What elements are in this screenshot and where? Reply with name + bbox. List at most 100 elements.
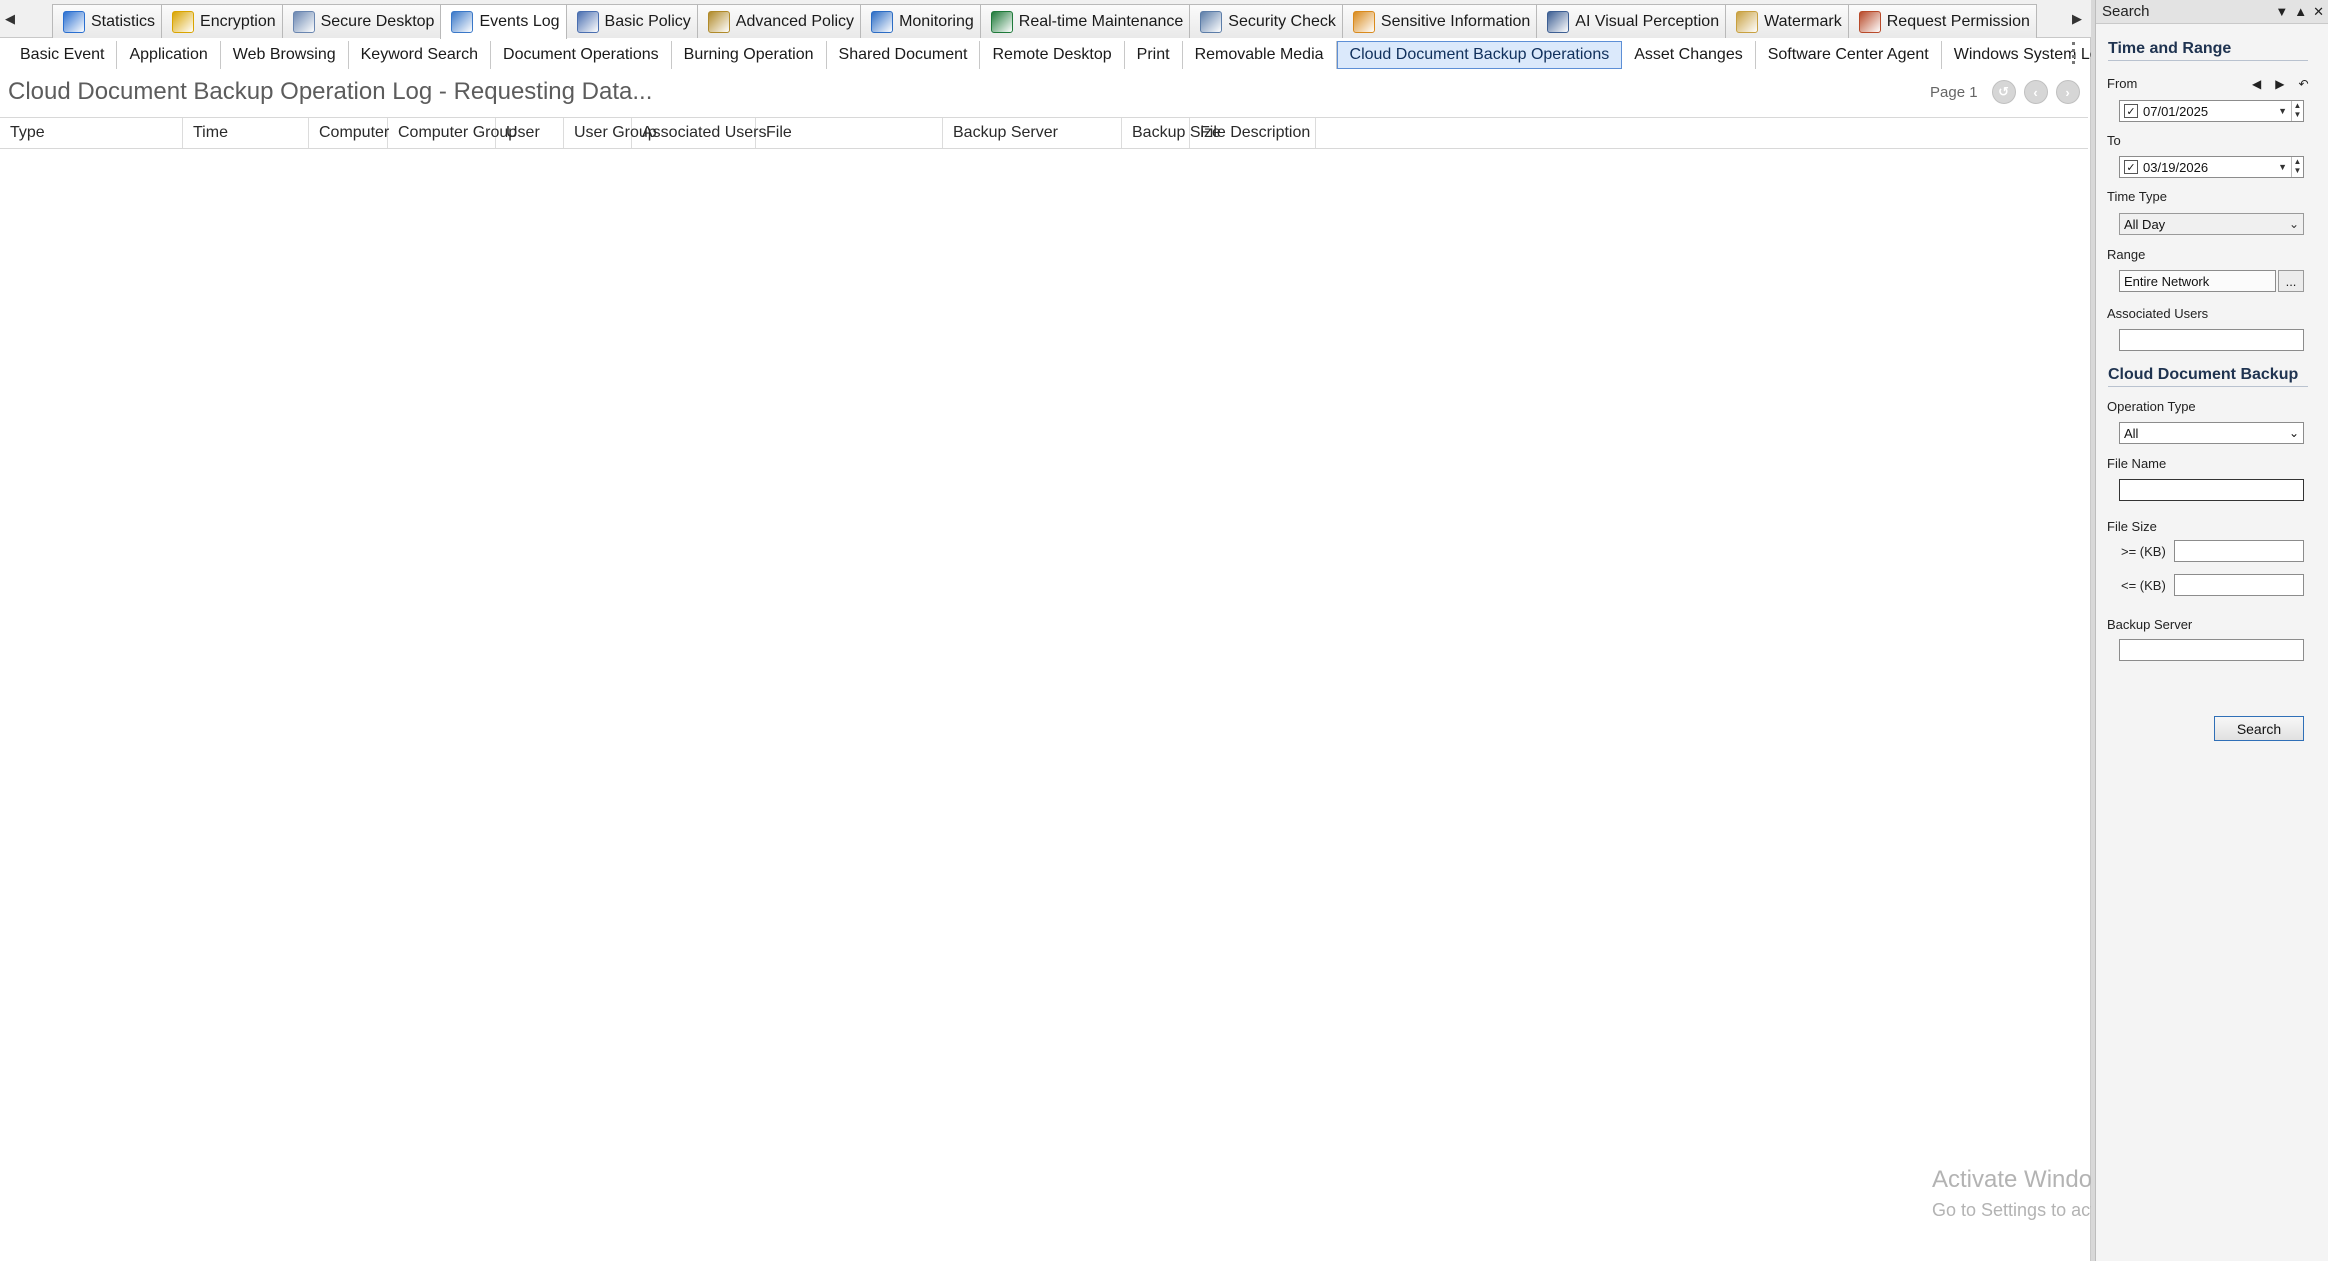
column-header-backup-size[interactable]: Backup Size: [1122, 118, 1221, 148]
module-tab-label: Events Log: [479, 13, 560, 30]
pin-icon[interactable]: ▲: [2294, 4, 2307, 20]
panel-dropdown-icon[interactable]: ▼: [2275, 4, 2288, 20]
module-tab-label: Sensitive Information: [1380, 12, 1531, 30]
time-type-select[interactable]: All Day ⌄: [2119, 213, 2304, 235]
module-tab-request-permission[interactable]: Request Permission: [1847, 4, 2037, 38]
module-tab-security-check[interactable]: Security Check: [1189, 4, 1343, 38]
time-type-label: Time Type: [2107, 189, 2167, 204]
column-header-file-description[interactable]: File Description: [1190, 118, 1316, 148]
file-name-input[interactable]: [2119, 479, 2304, 501]
range-field[interactable]: Entire Network: [2119, 270, 2276, 292]
next-page-icon[interactable]: ›: [2055, 80, 2080, 104]
module-tab-encryption[interactable]: Encryption: [161, 4, 283, 38]
date-next-icon[interactable]: ▶: [2275, 77, 2284, 91]
maintenance-icon: [990, 10, 1013, 33]
column-header-user-group[interactable]: User Group: [564, 118, 657, 148]
range-browse-button[interactable]: ...: [2278, 270, 2304, 292]
request-permission-icon: [1858, 10, 1881, 33]
grid-body[interactable]: [0, 150, 2088, 1261]
module-tab-advanced-policy[interactable]: Advanced Policy: [696, 4, 862, 38]
events-log-icon: [451, 11, 474, 33]
file-size-label: File Size: [2107, 519, 2157, 534]
sub-tab-bar: Basic Event Application Web Browsing Keywor…: [8, 39, 2199, 71]
size-max-input[interactable]: [2174, 574, 2304, 596]
module-tab-watermark[interactable]: Watermark: [1725, 4, 1849, 38]
sub-tab-document-operations[interactable]: Document Operations: [491, 41, 672, 69]
close-icon[interactable]: ✕: [2313, 4, 2324, 20]
sub-tab-application[interactable]: Application: [117, 41, 221, 69]
sub-tab-removable-media[interactable]: Removable Media: [1183, 41, 1337, 69]
date-navigation: ◀ ▶ ↶: [2252, 77, 2309, 91]
chevron-down-icon[interactable]: ▼: [2274, 162, 2291, 172]
tab-scroll-right-icon[interactable]: ▶: [2067, 0, 2087, 38]
grid-header: Type Time Computer Computer Group User User G…: [0, 117, 2088, 149]
operation-type-select[interactable]: All ⌄: [2119, 422, 2304, 444]
column-header-file[interactable]: File: [756, 118, 943, 148]
backup-server-input[interactable]: [2119, 639, 2304, 661]
sub-tab-web-browsing[interactable]: Web Browsing: [221, 41, 349, 69]
sub-tab-remote-desktop[interactable]: Remote Desktop: [980, 41, 1125, 69]
to-date-value: 03/19/2026: [2143, 159, 2209, 175]
column-header-type[interactable]: Type: [0, 118, 183, 148]
date-previous-icon[interactable]: ◀: [2252, 77, 2261, 91]
module-tab-statistics[interactable]: Statistics: [52, 4, 163, 38]
sub-tab-shared-document[interactable]: Shared Document: [827, 41, 981, 69]
from-date-picker[interactable]: ✓ 07/01/2025 ▼ ▲ ▼: [2119, 100, 2304, 122]
sub-tab-overflow-grip-icon[interactable]: [2072, 42, 2080, 64]
size-max-label: <= (KB): [2121, 578, 2166, 593]
module-tab-secure-desktop[interactable]: Secure Desktop: [281, 4, 442, 38]
to-label: To: [2107, 133, 2121, 148]
time-range-section-title: Time and Range: [2108, 40, 2308, 61]
size-min-input[interactable]: [2174, 540, 2304, 562]
to-date-spinner-icon[interactable]: ▲ ▼: [2291, 157, 2303, 177]
to-date-picker[interactable]: ✓ 03/19/2026 ▼ ▲ ▼: [2119, 156, 2304, 178]
from-date-spinner-icon[interactable]: ▲ ▼: [2291, 101, 2303, 121]
column-header-backup-server[interactable]: Backup Server: [943, 118, 1122, 148]
module-tab-ai-visual-perception[interactable]: AI Visual Perception: [1536, 4, 1727, 38]
associated-users-input[interactable]: [2119, 329, 2304, 351]
search-panel: Search ▼ ▲ ✕ Time and Range From ◀ ▶ ↶ ✓…: [2096, 0, 2328, 1261]
search-button[interactable]: Search: [2214, 716, 2304, 741]
to-date-checkbox[interactable]: ✓: [2124, 160, 2138, 174]
sub-tab-basic-event[interactable]: Basic Event: [8, 41, 118, 69]
module-tab-label: Encryption: [200, 12, 276, 30]
column-header-user[interactable]: User: [496, 118, 564, 148]
ai-eye-icon: [1547, 10, 1570, 33]
module-tab-label: Statistics: [91, 12, 156, 30]
module-tab-label: Request Permission: [1886, 12, 2030, 30]
sub-tab-print[interactable]: Print: [1125, 41, 1183, 69]
first-page-icon[interactable]: ↺: [1991, 80, 2016, 104]
module-tab-strip: Statistics Encryption Secure Desktop Events…: [52, 4, 2037, 39]
operation-type-label: Operation Type: [2107, 399, 2196, 414]
sub-tab-asset-changes[interactable]: Asset Changes: [1622, 41, 1756, 69]
chevron-down-icon: ⌄: [2288, 217, 2300, 231]
associated-users-label: Associated Users: [2107, 306, 2209, 321]
column-header-computer[interactable]: Computer: [309, 118, 389, 148]
tab-scroll-left-icon[interactable]: ◀: [0, 0, 20, 38]
chevron-down-icon: ⌄: [2288, 426, 2300, 440]
sub-tab-cloud-document-backup-operations[interactable]: Cloud Document Backup Operations: [1336, 41, 1623, 69]
module-tab-label: Watermark: [1764, 12, 1842, 30]
sub-tab-burning-operation[interactable]: Burning Operation: [672, 41, 827, 69]
page-number-label: Page 1: [1930, 83, 1978, 101]
from-date-checkbox[interactable]: ✓: [2124, 104, 2138, 118]
module-tab-events-log[interactable]: Events Log: [440, 4, 567, 39]
column-header-computer-group[interactable]: Computer Group: [388, 118, 517, 148]
main-area: ◀ Statistics Encryption Secure Desktop Even…: [0, 0, 2216, 1261]
module-tab-basic-policy[interactable]: Basic Policy: [565, 4, 698, 38]
sub-tab-software-center-agent[interactable]: Software Center Agent: [1756, 41, 1942, 69]
chevron-down-icon[interactable]: ▼: [2274, 106, 2291, 116]
previous-page-icon[interactable]: ‹: [2023, 80, 2048, 104]
date-reset-icon[interactable]: ↶: [2298, 77, 2308, 91]
module-tab-monitoring[interactable]: Monitoring: [860, 4, 981, 38]
column-header-time[interactable]: Time: [183, 118, 309, 148]
module-tab-label: AI Visual Perception: [1575, 12, 1720, 30]
from-label: From: [2107, 76, 2138, 91]
module-tab-label: Monitoring: [899, 12, 974, 30]
watermark-icon: [1736, 10, 1759, 33]
module-tab-real-time-maintenance[interactable]: Real-time Maintenance: [979, 4, 1191, 38]
module-tab-sensitive-information[interactable]: Sensitive Information: [1341, 4, 1538, 38]
advanced-policy-icon: [707, 10, 730, 33]
sub-tab-keyword-search[interactable]: Keyword Search: [349, 41, 492, 69]
column-header-associated-users[interactable]: Associated Users: [632, 118, 767, 148]
